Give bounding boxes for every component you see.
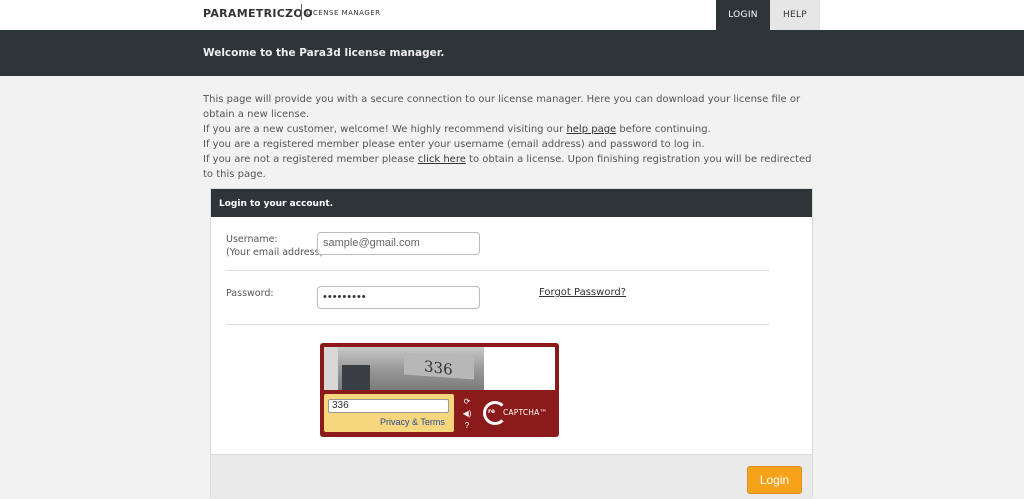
intro-line-1: This page will provide you with a secure…	[203, 94, 801, 120]
login-button[interactable]: Login	[747, 466, 802, 494]
photo-window	[342, 365, 370, 390]
help-icon[interactable]: ?	[461, 420, 473, 431]
brand-logo[interactable]: PARAMETRICZOO	[203, 7, 313, 20]
photo-wall	[324, 347, 338, 390]
captcha-photo: 336	[324, 347, 484, 390]
help-page-link[interactable]: help page	[566, 124, 616, 135]
username-input[interactable]: sample@gmail.com	[317, 232, 480, 255]
recaptcha-logo: re CAPTCHA™	[483, 399, 555, 429]
captcha-controls: ⟳ ◀) ?	[461, 396, 477, 432]
refresh-icon[interactable]: ⟳	[461, 396, 473, 407]
register-link[interactable]: click here	[418, 154, 466, 165]
captcha-input-area: 336 Privacy & Terms	[324, 394, 454, 432]
welcome-band: Welcome to the Para3d license manager.	[0, 30, 1024, 76]
nav-login[interactable]: LOGIN	[716, 0, 770, 30]
top-bar: PARAMETRICZOO LICENSE MANAGER LOGIN HELP	[0, 0, 1024, 30]
intro-line-2-tail: before continuing.	[616, 124, 711, 135]
divider	[226, 270, 769, 271]
divider	[226, 324, 769, 325]
login-panel: Login to your account. Username: (Your e…	[210, 188, 813, 499]
login-panel-footer: Login	[211, 454, 812, 499]
recaptcha-widget: 336 336 Privacy & Terms ⟳ ◀) ? re CAPTCH…	[320, 343, 559, 437]
nav-help[interactable]: HELP	[770, 0, 820, 30]
welcome-title: Welcome to the Para3d license manager.	[203, 47, 445, 59]
username-label-text: Username:	[226, 234, 278, 245]
intro-line-3: If you are a registered member please en…	[203, 139, 705, 150]
intro-line-2-text: If you are a new customer, welcome! We h…	[203, 124, 567, 135]
password-input[interactable]: •••••••••	[317, 286, 480, 309]
recaptcha-logo-re: re	[488, 408, 496, 415]
intro-line-2: If you are a new customer, welcome! We h…	[203, 122, 813, 137]
intro-line-4-text: If you are not a registered member pleas…	[203, 154, 418, 165]
captcha-image: 336	[324, 347, 555, 390]
brand-divider	[301, 4, 302, 20]
recaptcha-logo-word: CAPTCHA™	[503, 408, 548, 417]
username-hint: (Your email address)	[226, 247, 324, 258]
intro-line-4: If you are not a registered member pleas…	[203, 152, 813, 182]
audio-icon[interactable]: ◀)	[461, 408, 473, 419]
forgot-password-link[interactable]: Forgot Password?	[539, 287, 626, 298]
captcha-challenge-text: 336	[424, 356, 453, 380]
password-label: Password:	[226, 288, 274, 299]
privacy-terms-link[interactable]: Privacy & Terms	[380, 417, 445, 427]
brand-subtitle: LICENSE MANAGER	[306, 9, 381, 17]
login-panel-title: Login to your account.	[211, 189, 812, 217]
captcha-input[interactable]: 336	[328, 399, 449, 413]
username-label: Username: (Your email address)	[226, 233, 323, 259]
intro-text: This page will provide you with a secure…	[203, 92, 813, 182]
